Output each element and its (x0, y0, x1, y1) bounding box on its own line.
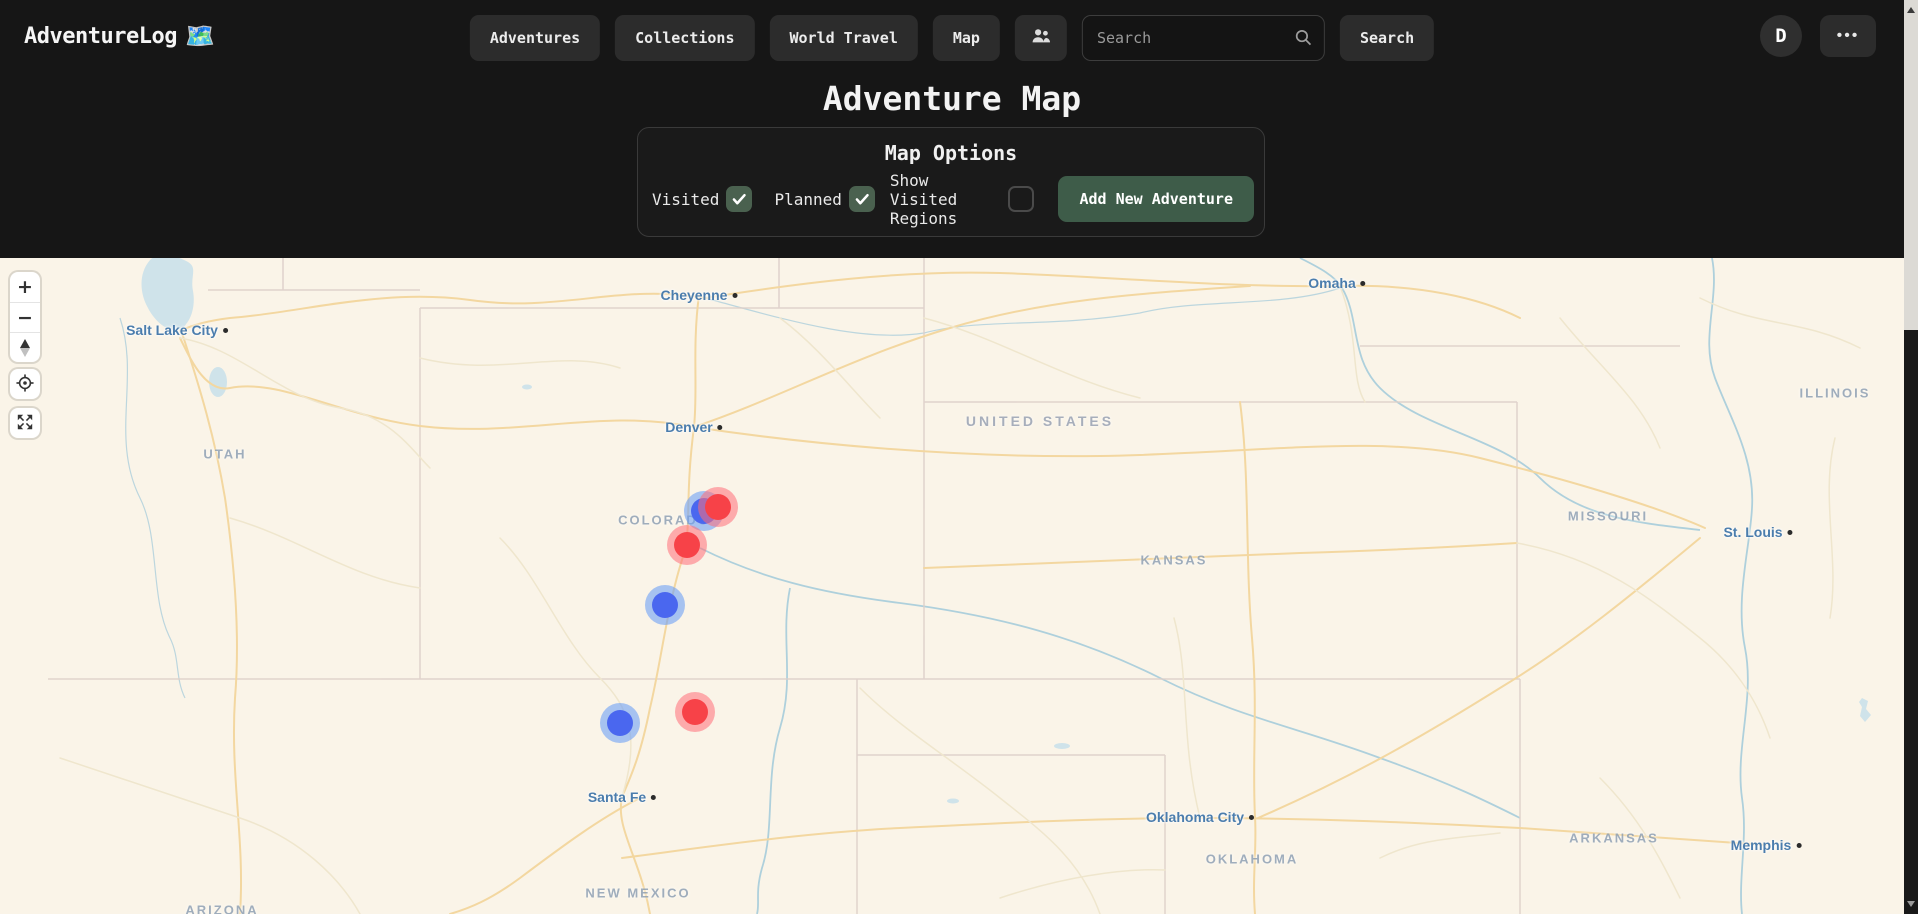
nav-map-button[interactable]: Map (933, 15, 1000, 61)
app-logo[interactable]: AdventureLog 🗺️ (24, 22, 214, 50)
fullscreen-button[interactable] (10, 408, 40, 438)
map-options-heading: Map Options (638, 141, 1264, 165)
search-input[interactable] (1082, 15, 1325, 61)
city-dot (718, 425, 723, 430)
geolocate-button[interactable] (10, 369, 40, 399)
city-label: Omaha (1308, 275, 1365, 291)
visited-label: Visited (652, 190, 719, 209)
city-dot (1788, 530, 1793, 535)
nav-adventures-button[interactable]: Adventures (470, 15, 600, 61)
map-options-row: Visited Planned Show Visited Regions Add… (652, 176, 1254, 222)
search-button[interactable]: Search (1340, 15, 1434, 61)
visited-checkbox[interactable] (726, 186, 752, 212)
city-label: Oklahoma City (1146, 809, 1254, 825)
city-label: Denver (665, 419, 722, 435)
state-label: ARKANSAS (1569, 831, 1659, 846)
geolocate-icon (16, 374, 34, 395)
state-label: KANSAS (1141, 553, 1208, 568)
planned-label: Planned (774, 190, 841, 209)
show-visited-regions-checkbox[interactable] (1008, 186, 1034, 212)
planned-checkbox[interactable] (849, 186, 875, 212)
city-label: Memphis (1731, 837, 1802, 853)
city-label: St. Louis (1723, 524, 1792, 540)
state-label: MISSOURI (1568, 509, 1648, 524)
city-dot (223, 328, 228, 333)
show-visited-regions-label: Show Visited Regions (890, 171, 1002, 228)
avatar[interactable]: D (1760, 15, 1802, 57)
city-label: Salt Lake City (126, 322, 228, 338)
search-wrap (1082, 15, 1325, 61)
map-logo-icon: 🗺️ (185, 22, 214, 50)
compass-button[interactable] (10, 332, 40, 362)
country-label: UNITED STATES (966, 413, 1114, 429)
state-label: OKLAHOMA (1206, 852, 1299, 867)
zoom-out-button[interactable]: − (10, 302, 40, 332)
state-label: ILLINOIS (1800, 386, 1871, 401)
city-dot (732, 293, 737, 298)
nav-center: Adventures Collections World Travel Map … (470, 15, 1434, 61)
compass-icon (19, 339, 31, 357)
brand-title: AdventureLog (24, 24, 177, 49)
check-icon (851, 188, 873, 210)
state-label: NEW MEXICO (585, 886, 690, 901)
scrollbar-thumb[interactable] (1904, 0, 1918, 330)
scroll-up-arrow-icon (1907, 7, 1915, 13)
city-dot (1796, 843, 1801, 848)
scroll-down-arrow-icon (1907, 901, 1915, 907)
map-base-art (0, 258, 1904, 914)
more-menu-button[interactable]: ••• (1820, 15, 1876, 57)
navbar: AdventureLog 🗺️ Adventures Collections W… (0, 0, 1904, 78)
nav-collections-button[interactable]: Collections (615, 15, 754, 61)
adventure-marker-red[interactable] (674, 532, 700, 558)
city-dot (1249, 815, 1254, 820)
adventure-marker-blue[interactable] (607, 710, 633, 736)
city-dot (651, 795, 656, 800)
city-label: Santa Fe (588, 789, 656, 805)
fullscreen-icon (16, 413, 34, 434)
adventure-marker-red[interactable] (705, 494, 731, 520)
check-icon (728, 188, 750, 210)
map-options-card: Map Options Visited Planned Show Visited… (637, 127, 1265, 237)
nav-right: D ••• (1760, 15, 1876, 57)
search-icon (1294, 28, 1313, 51)
map-canvas[interactable]: + − Cheyenne Sal (0, 258, 1904, 914)
state-label: UTAH (203, 447, 246, 462)
zoom-in-button[interactable]: + (10, 272, 40, 302)
nav-world-travel-button[interactable]: World Travel (770, 15, 918, 61)
people-icon (1030, 27, 1052, 49)
shared-users-button[interactable] (1015, 15, 1067, 61)
page-title: Adventure Map (0, 79, 1904, 118)
zoom-control-group: + − (10, 272, 40, 362)
city-dot (1361, 281, 1366, 286)
adventure-marker-red[interactable] (682, 699, 708, 725)
city-label: Cheyenne (661, 287, 738, 303)
add-new-adventure-button[interactable]: Add New Adventure (1058, 176, 1254, 222)
state-label: ARIZONA (185, 903, 258, 914)
vertical-scrollbar[interactable] (1904, 0, 1918, 914)
adventure-marker-blue[interactable] (652, 592, 678, 618)
